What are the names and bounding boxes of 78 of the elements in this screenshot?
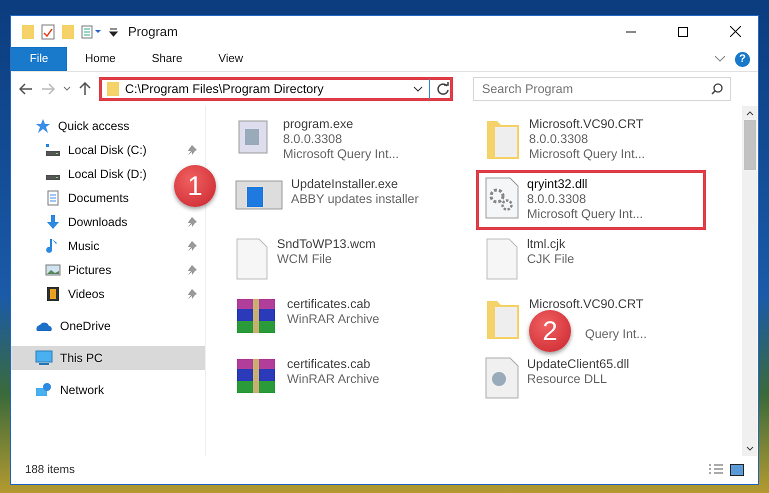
file-name[interactable]: Microsoft.VC90.CRT <box>529 117 644 132</box>
file-detail: 8.0.0.3308 <box>529 132 588 147</box>
drive-icon <box>45 142 61 158</box>
monitor-icon <box>35 350 53 366</box>
file-detail: ABBY updates installer <box>291 192 419 207</box>
sidebar-item[interactable]: Network <box>11 378 112 402</box>
refresh-icon[interactable] <box>436 82 450 96</box>
properties-icon[interactable] <box>81 24 103 38</box>
maximize-icon <box>678 26 688 36</box>
folder-icon <box>107 82 119 96</box>
file-name[interactable]: certificates.cab <box>287 357 370 372</box>
file-name[interactable]: ltml.cjk <box>527 237 566 252</box>
sidebar-item[interactable]: Quick access <box>11 114 138 138</box>
file-name[interactable]: UpdateInstaller.exe <box>291 177 398 192</box>
close-icon <box>730 26 740 37</box>
help-button[interactable]: ? <box>735 52 750 66</box>
scroll-up-icon[interactable] <box>746 110 754 116</box>
file-detail: Microsoft Query Int... <box>529 147 646 162</box>
scrollbar-thumb[interactable] <box>744 120 756 170</box>
file-detail: WCM File <box>277 252 332 267</box>
drive-icon <box>45 174 61 180</box>
up-arrow-icon[interactable] <box>79 82 91 96</box>
pin-icon[interactable] <box>187 145 197 155</box>
sidebar-item[interactable]: OneDrive <box>11 314 119 338</box>
ribbon-tab[interactable]: View <box>200 47 262 71</box>
file-detail: CJK File <box>527 252 574 267</box>
star-icon <box>35 118 51 134</box>
checklist-icon[interactable] <box>41 24 55 40</box>
chevron-down-icon[interactable] <box>413 86 423 92</box>
sidebar-item[interactable]: Videos <box>11 282 205 306</box>
ribbon-tab[interactable]: Share <box>134 47 200 71</box>
file-name[interactable]: SndToWP13.wcm <box>277 237 376 252</box>
file-name[interactable]: program.exe <box>283 117 354 132</box>
file-detail: Microsoft Query Int... <box>283 147 400 162</box>
search-field[interactable]: Search Program <box>473 77 731 101</box>
dropdown-icon[interactable] <box>109 26 118 36</box>
details-view-icon[interactable] <box>708 464 724 476</box>
network-icon <box>35 382 53 398</box>
scroll-down-icon[interactable] <box>746 446 754 452</box>
document-icon <box>45 190 61 206</box>
file-name[interactable]: Microsoft.VC90.CRT <box>529 297 644 312</box>
address-bar[interactable]: C:\Program Files\Program Directory <box>99 77 453 101</box>
blank-file-icon <box>485 237 519 281</box>
sidebar-item[interactable]: Music <box>11 234 205 258</box>
ribbon-tab[interactable]: Home <box>67 47 134 71</box>
tiles-view-icon[interactable] <box>730 464 744 476</box>
file-detail: 8.0.0.3308 <box>283 132 342 147</box>
back-arrow-icon[interactable] <box>19 83 33 95</box>
film-icon <box>45 286 61 302</box>
blank-file-icon <box>235 237 269 281</box>
sidebar-item[interactable]: Downloads <box>11 210 205 234</box>
window-title: Program <box>128 24 179 39</box>
pin-icon[interactable] <box>187 289 197 299</box>
pin-icon[interactable] <box>187 241 197 251</box>
file-detail: Microsoft Query Int... <box>527 207 644 222</box>
pin-icon[interactable] <box>187 265 197 275</box>
file-detail: 8.0.0.3308 <box>527 192 586 207</box>
gear-file-icon <box>485 177 519 219</box>
pin-icon[interactable] <box>187 217 197 227</box>
sidebar-item[interactable]: Documents <box>11 186 154 210</box>
picture-icon <box>45 262 61 278</box>
file-name[interactable]: qryint32.dll <box>527 177 588 192</box>
file-detail: Resource DLL <box>527 372 607 387</box>
file-name[interactable]: certificates.cab <box>287 297 370 312</box>
file-detail: WinRAR Archive <box>287 312 380 327</box>
highlighted-file-item[interactable]: qryint32.dll 8.0.0.3308 Microsoft Query Int... <box>476 170 706 230</box>
download-arrow-icon <box>45 214 61 230</box>
file-name[interactable]: UpdateClient65.dll <box>527 357 630 372</box>
file-detail: Query Int... <box>585 327 647 342</box>
sidebar-item[interactable]: Pictures <box>11 258 205 282</box>
item-count: 188 items <box>25 464 76 476</box>
sidebar-item[interactable]: Local Disk (D:) <box>11 162 172 186</box>
gear-file-icon <box>485 357 519 399</box>
file-menu-tab[interactable]: File <box>11 47 67 71</box>
sidebar-item[interactable]: Local Disk (C:) <box>11 138 205 162</box>
sidebar-item[interactable]: This PC <box>11 346 205 370</box>
file-detail: WinRAR Archive <box>287 372 380 387</box>
scrollbar[interactable] <box>742 106 758 456</box>
